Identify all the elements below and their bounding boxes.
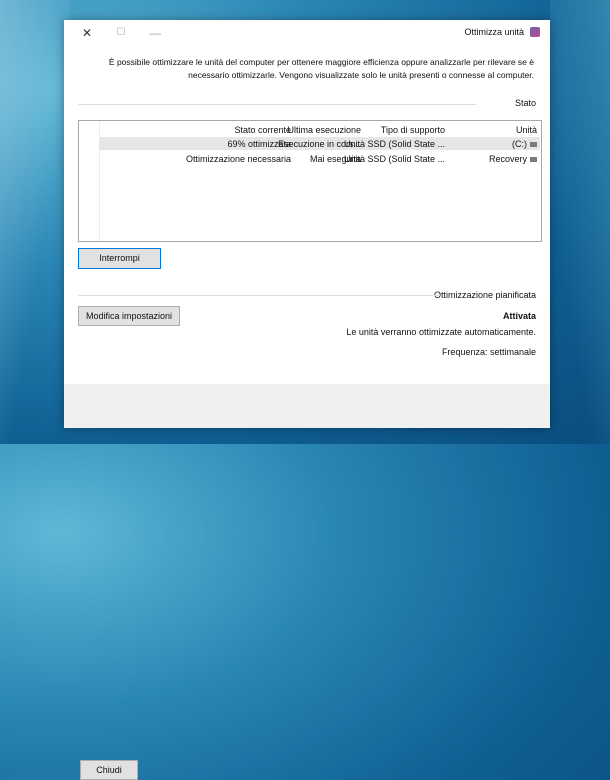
scheduled-description: Le unità verranno ottimizzate automatica… <box>346 327 536 337</box>
row-unit-label: Recovery <box>488 154 527 164</box>
row-state: 69% ottimizzata <box>227 139 291 149</box>
column-header-state[interactable]: Stato corrente <box>234 125 291 135</box>
drive-icon <box>530 142 537 148</box>
status-section-divider <box>78 104 476 105</box>
change-settings-button[interactable]: Modifica impostazioni <box>78 306 180 326</box>
column-header-type[interactable]: Tipo di supporto <box>381 125 445 135</box>
drives-list[interactable]: Unità Tipo di supporto Ultima esecuzione… <box>78 120 542 242</box>
close-icon[interactable]: ✕ <box>76 24 98 42</box>
row-unit[interactable]: (C:) <box>512 139 537 149</box>
stop-button[interactable]: Interrompi <box>78 248 161 269</box>
optimize-drives-window: ✕ ☐ — Ottimizza unità È possibile ottimi… <box>64 20 550 780</box>
scheduled-section-label: Ottimizzazione pianificata <box>433 290 536 300</box>
background-water-right <box>550 0 610 444</box>
window-description: È possibile ottimizzare le unità del com… <box>108 57 534 80</box>
row-last-run: Mai eseguita <box>309 154 361 164</box>
background-water <box>0 0 70 444</box>
scheduled-frequency: Frequenza: settimanale <box>441 347 536 357</box>
drive-icon <box>530 157 537 163</box>
window-title: Ottimizza unità <box>464 27 524 37</box>
maximize-icon[interactable]: ☐ <box>110 24 132 42</box>
defrag-app-icon <box>530 27 540 37</box>
minimize-icon[interactable]: — <box>144 24 166 42</box>
scheduled-status: Attivata <box>502 311 536 321</box>
row-unit[interactable]: Recovery <box>489 154 537 164</box>
scheduled-section-divider <box>78 295 440 296</box>
close-button[interactable]: Chiudi <box>80 760 138 780</box>
status-section-label: Stato <box>514 98 536 108</box>
row-unit-label: (C:) <box>512 139 527 149</box>
title-bar: ✕ ☐ — Ottimizza unità <box>64 20 550 46</box>
column-header-unit[interactable]: Unità <box>516 125 537 135</box>
dialog-footer: Chiudi <box>64 384 550 780</box>
column-header-last-run[interactable]: Ultima esecuzione <box>287 125 361 135</box>
row-state: Ottimizzazione necessaria <box>185 154 291 164</box>
